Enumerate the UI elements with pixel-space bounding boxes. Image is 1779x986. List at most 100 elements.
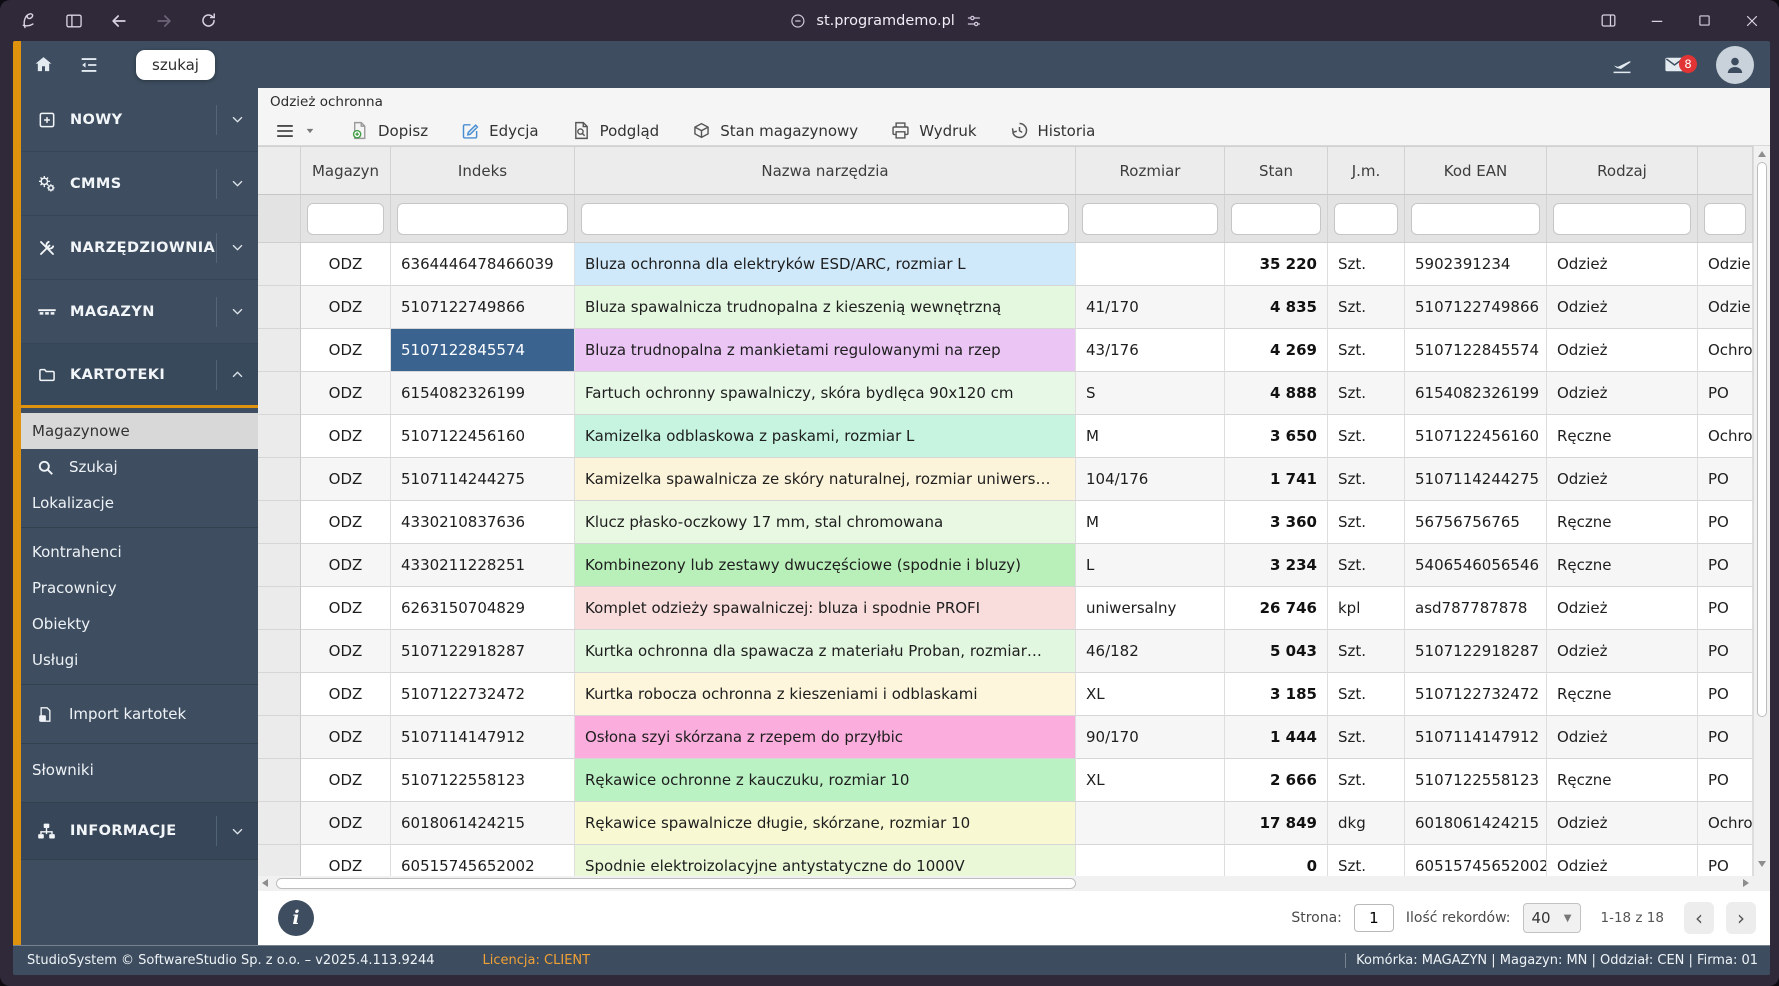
cell-stan[interactable]: 3 185	[1225, 673, 1328, 716]
cell-extra[interactable]: PO	[1698, 458, 1753, 501]
cell-magazyn[interactable]: ODZ	[301, 415, 391, 458]
edycja-button[interactable]: Edycja	[460, 120, 539, 141]
sidebar-subitem-szukaj[interactable]: Szukaj	[21, 449, 258, 485]
chevron-down-icon[interactable]	[216, 104, 258, 135]
cell-rozmiar[interactable]	[1076, 845, 1225, 876]
cell-rodzaj[interactable]: Ręczne	[1547, 544, 1698, 587]
cell-jm[interactable]: dkg	[1328, 802, 1405, 845]
sidebar-item-magazyn[interactable]: MAGAZYN	[21, 280, 258, 344]
chevron-up-icon[interactable]	[216, 359, 258, 390]
mail-button[interactable]: 8	[1663, 53, 1697, 76]
table-row[interactable]: ODZ 4330210837636 Klucz płasko-oczkowy 17 …	[258, 501, 1753, 544]
scroll-right-icon[interactable]	[1743, 879, 1749, 887]
cell-rodzaj[interactable]: Ręczne	[1547, 759, 1698, 802]
cell-rozmiar[interactable]: L	[1076, 544, 1225, 587]
cell-jm[interactable]: Szt.	[1328, 372, 1405, 415]
vertical-scrollbar[interactable]	[1753, 146, 1770, 876]
cell-rozmiar[interactable]	[1076, 243, 1225, 286]
browser-logo-icon[interactable]	[18, 10, 39, 31]
refresh-icon[interactable]	[199, 11, 218, 30]
cell-magazyn[interactable]: ODZ	[301, 802, 391, 845]
sidebar-item-informacje[interactable]: INFORMACJE	[21, 802, 258, 860]
chevron-down-icon[interactable]	[216, 816, 258, 846]
cell-indeks[interactable]: 5107122456160	[391, 415, 575, 458]
cell-jm[interactable]: kpl	[1328, 587, 1405, 630]
sidebar-item-kartoteki[interactable]: KARTOTEKI	[21, 344, 258, 408]
cell-magazyn[interactable]: ODZ	[301, 501, 391, 544]
filter-input-nazwa[interactable]	[581, 202, 1069, 235]
forward-icon[interactable]	[154, 11, 174, 31]
cell-ean[interactable]: 5107122918287	[1405, 630, 1547, 673]
cell-magazyn[interactable]: ODZ	[301, 845, 391, 876]
avatar[interactable]	[1716, 45, 1754, 84]
podglad-button[interactable]: Podgląd	[571, 120, 659, 141]
cell-magazyn[interactable]: ODZ	[301, 243, 391, 286]
cell-indeks-selected[interactable]: 5107122845574	[391, 329, 575, 372]
filter-input-rozmiar[interactable]	[1082, 202, 1218, 235]
cell-nazwa[interactable]: Rękawice ochronne z kauczuku, rozmiar 10	[575, 759, 1076, 802]
filter-input-magazyn[interactable]	[307, 202, 384, 235]
cell-rozmiar[interactable]: 90/170	[1076, 716, 1225, 759]
cell-extra[interactable]: Odzie	[1698, 243, 1753, 286]
horizontal-scroll-thumb[interactable]	[276, 878, 1076, 889]
cell-ean[interactable]: 56756756765	[1405, 501, 1547, 544]
cell-extra[interactable]: Ochro	[1698, 415, 1753, 458]
table-row[interactable]: ODZ 5107122845574 Bluza trudnopalna z mank…	[258, 329, 1753, 372]
cell-magazyn[interactable]: ODZ	[301, 544, 391, 587]
cell-jm[interactable]: Szt.	[1328, 329, 1405, 372]
table-row[interactable]: ODZ 4330211228251 Kombinezony lub zestawy …	[258, 544, 1753, 587]
cell-rodzaj[interactable]: Ręczne	[1547, 673, 1698, 716]
cell-extra[interactable]: PO	[1698, 673, 1753, 716]
dopisz-button[interactable]: Dopisz	[349, 120, 428, 141]
cell-ean[interactable]: 6018061424215	[1405, 802, 1547, 845]
cell-rodzaj[interactable]: Odzież	[1547, 630, 1698, 673]
table-row[interactable]: ODZ 5107122558123 Rękawice ochronne z kauc…	[258, 759, 1753, 802]
cell-ean[interactable]: 6154082326199	[1405, 372, 1547, 415]
cell-stan[interactable]: 5 043	[1225, 630, 1328, 673]
chevron-down-icon[interactable]	[216, 232, 258, 263]
cell-stan[interactable]: 0	[1225, 845, 1328, 876]
cell-jm[interactable]: Szt.	[1328, 458, 1405, 501]
cell-extra[interactable]: PO	[1698, 544, 1753, 587]
cell-ean[interactable]: 60515745652002	[1405, 845, 1547, 876]
cell-nazwa[interactable]: Osłona szyi skórzana z rzepem do przyłbi…	[575, 716, 1076, 759]
cell-indeks[interactable]: 5107114147912	[391, 716, 575, 759]
home-icon[interactable]	[33, 54, 54, 75]
cell-jm[interactable]: Szt.	[1328, 415, 1405, 458]
menu-collapse-icon[interactable]	[78, 54, 100, 76]
prev-page-button[interactable]: ‹	[1684, 902, 1714, 934]
cell-jm[interactable]: Szt.	[1328, 544, 1405, 587]
cell-stan[interactable]: 1 444	[1225, 716, 1328, 759]
cell-magazyn[interactable]: ODZ	[301, 587, 391, 630]
cell-extra[interactable]: PO	[1698, 759, 1753, 802]
cell-ean[interactable]: 5107122732472	[1405, 673, 1547, 716]
filter-input-jm[interactable]	[1334, 202, 1398, 235]
chevron-down-icon[interactable]	[216, 296, 258, 327]
cell-ean[interactable]: 5902391234	[1405, 243, 1547, 286]
cell-rodzaj[interactable]: Odzież	[1547, 243, 1698, 286]
cell-jm[interactable]: Szt.	[1328, 501, 1405, 544]
cell-rodzaj[interactable]: Odzież	[1547, 372, 1698, 415]
cell-rozmiar[interactable]: M	[1076, 415, 1225, 458]
sidebar-subitem-slowniki[interactable]: Słowniki	[21, 750, 258, 790]
cell-rodzaj[interactable]: Odzież	[1547, 286, 1698, 329]
cell-nazwa[interactable]: Kombinezony lub zestawy dwuczęściowe (sp…	[575, 544, 1076, 587]
column-header-nazwa[interactable]: Nazwa narzędzia	[575, 147, 1076, 195]
cell-rodzaj[interactable]: Odzież	[1547, 587, 1698, 630]
historia-button[interactable]: Historia	[1009, 120, 1095, 141]
cell-magazyn[interactable]: ODZ	[301, 458, 391, 501]
cell-jm[interactable]: Szt.	[1328, 286, 1405, 329]
cell-magazyn[interactable]: ODZ	[301, 630, 391, 673]
close-icon[interactable]	[1743, 12, 1761, 30]
table-row[interactable]: ODZ 6263150704829 Komplet odzieży spawalni…	[258, 587, 1753, 630]
cell-ean[interactable]: 5406546056546	[1405, 544, 1547, 587]
cell-stan[interactable]: 4 888	[1225, 372, 1328, 415]
cell-stan[interactable]: 3 360	[1225, 501, 1328, 544]
cell-nazwa[interactable]: Kamizelka spawalnicza ze skóry naturalne…	[575, 458, 1076, 501]
address-bar[interactable]: st.programdemo.pl	[788, 0, 982, 41]
cell-jm[interactable]: Szt.	[1328, 845, 1405, 876]
cell-nazwa[interactable]: Rękawice spawalnicze długie, skórzane, r…	[575, 802, 1076, 845]
tune-icon[interactable]	[965, 12, 983, 30]
filter-input-ean[interactable]	[1411, 202, 1540, 235]
column-header-rodzaj[interactable]: Rodzaj	[1547, 147, 1698, 195]
